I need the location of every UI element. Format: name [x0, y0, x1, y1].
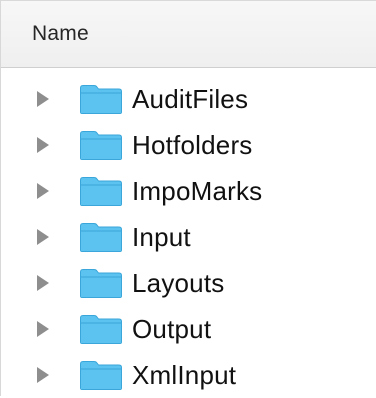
disclosure-triangle-icon[interactable]	[37, 183, 49, 199]
folder-icon	[79, 176, 123, 207]
list-item[interactable]: Output	[1, 306, 376, 352]
disclosure-triangle-icon[interactable]	[37, 321, 49, 337]
list-item[interactable]: Layouts	[1, 260, 376, 306]
folder-icon	[79, 130, 123, 161]
folder-name: AuditFiles	[132, 83, 249, 114]
folder-name: ImpoMarks	[132, 175, 263, 206]
folder-icon	[79, 222, 123, 253]
disclosure-triangle-icon[interactable]	[37, 367, 49, 383]
column-header-label: Name	[32, 22, 89, 45]
list-item[interactable]: ImpoMarks	[1, 168, 376, 214]
disclosure-triangle-icon[interactable]	[37, 275, 49, 291]
folder-name: XmlInput	[132, 359, 237, 390]
list-item[interactable]: Input	[1, 214, 376, 260]
folder-name: Hotfolders	[132, 129, 253, 160]
disclosure-triangle-icon[interactable]	[37, 229, 49, 245]
disclosure-triangle-icon[interactable]	[37, 91, 49, 107]
list-item[interactable]: XmlInput	[1, 352, 376, 398]
folder-icon	[79, 360, 123, 391]
folder-icon	[79, 84, 123, 115]
folder-name: Output	[132, 313, 212, 344]
folder-icon	[79, 268, 123, 299]
disclosure-triangle-icon[interactable]	[37, 137, 49, 153]
finder-list-view: Name AuditFiles Hotfolders ImpoMarks Inp…	[0, 0, 376, 396]
folder-icon	[79, 314, 123, 345]
column-header-name[interactable]: Name	[1, 0, 376, 68]
list-item[interactable]: AuditFiles	[1, 76, 376, 122]
list-item[interactable]: Hotfolders	[1, 122, 376, 168]
file-list: AuditFiles Hotfolders ImpoMarks Input La…	[1, 68, 376, 398]
folder-name: Layouts	[132, 267, 225, 298]
folder-name: Input	[132, 221, 191, 252]
